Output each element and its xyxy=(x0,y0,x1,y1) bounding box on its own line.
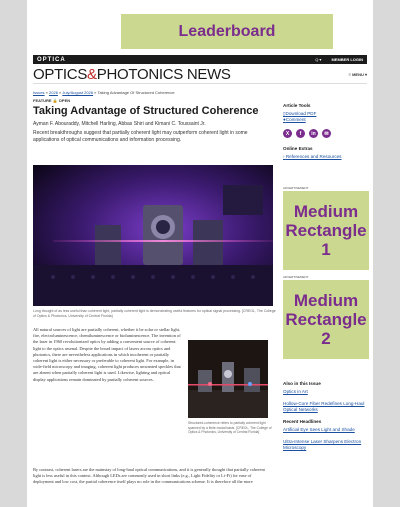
article-page: Leaderboard OPTICA Q ▾ MEMBER LOGIN OPTI… xyxy=(27,0,373,507)
article-body-paragraph-1: All natural sources of light are partial… xyxy=(33,327,181,382)
top-bar: OPTICA Q ▾ MEMBER LOGIN xyxy=(33,55,367,64)
member-login-link[interactable]: MEMBER LOGIN xyxy=(331,57,363,62)
linkedin-share-icon[interactable]: in xyxy=(309,129,318,138)
medium-rectangle-ad-2[interactable]: Medium Rectangle 2 xyxy=(283,280,369,359)
also-link-2[interactable]: Hollow-Core Fiber Redefines Long-Haul Op… xyxy=(283,401,369,413)
leaderboard-ad-label: Leaderboard xyxy=(178,22,276,40)
logo-ampersand: & xyxy=(87,66,97,83)
related-articles-panel: Also in this Issue Optics in Art Hollow-… xyxy=(283,381,369,451)
also-in-issue-heading: Also in this Issue xyxy=(283,381,321,386)
inline-lab-photo xyxy=(188,340,268,418)
article-body-paragraph-2: By contrast, coherent lasers are the mai… xyxy=(33,467,265,485)
medium-rectangle-ad-1[interactable]: Medium Rectangle 1 xyxy=(283,191,369,270)
x-share-icon[interactable]: X xyxy=(283,129,292,138)
article-lede: Recent breakthroughs suggest that partia… xyxy=(33,130,248,143)
optica-logo[interactable]: OPTICA xyxy=(37,57,66,63)
advertisement-label-2: ADVERTISEMENT xyxy=(283,275,309,279)
opn-logo[interactable]: OPTICS&PHOTONICS NEWS xyxy=(33,66,231,83)
hero-image[interactable] xyxy=(33,165,273,306)
advertisement-label-1: ADVERTISEMENT xyxy=(283,186,309,190)
references-resources-link[interactable]: › References and Resources xyxy=(283,154,369,160)
inline-image[interactable] xyxy=(188,340,268,418)
breadcrumb-issue[interactable]: July/August 2026 xyxy=(62,90,93,95)
medium-rectangle-2-label: Medium Rectangle 2 xyxy=(285,291,367,348)
hero-lab-photo xyxy=(33,165,273,306)
inline-image-caption: Structured-coherence refers to partially… xyxy=(188,421,272,435)
feature-tag: FEATURE 🔒 OPEN xyxy=(33,98,71,103)
medium-rectangle-1-label: Medium Rectangle 1 xyxy=(285,202,367,259)
comment-link[interactable]: ●Comment xyxy=(283,117,369,123)
comment-label: Comment xyxy=(285,117,306,122)
references-resources-label: References and Resources xyxy=(285,154,342,159)
online-extras-heading: Online Extras xyxy=(283,146,313,151)
recent-link-2[interactable]: Ultra-Intense Laser Sharpens Electron Mi… xyxy=(283,439,369,451)
download-pdf-label: Download PDF xyxy=(285,111,317,116)
email-share-icon[interactable]: ✉ xyxy=(322,129,331,138)
recent-headlines-heading: Recent Headlines xyxy=(283,419,322,424)
article-tools-heading: Article Tools xyxy=(283,103,311,108)
menu-button[interactable]: ≡ MENU ▾ xyxy=(349,72,367,77)
page-title: Taking Advantage of Structured Coherence xyxy=(33,105,259,117)
logo-optics: OPTICS xyxy=(33,66,88,83)
breadcrumb-current: Taking Advantage Of Structured Coherence xyxy=(97,90,175,95)
hero-caption: Long thought of as less useful than cohe… xyxy=(33,309,276,318)
logo-photonics-news: PHOTONICS NEWS xyxy=(96,66,231,83)
facebook-share-icon[interactable]: f xyxy=(296,129,305,138)
breadcrumb: Issues » 2026 » July/August 2026 » Takin… xyxy=(33,90,175,95)
article-authors: Ayman F. Abouraddy, Mitchell Harling, Ab… xyxy=(33,121,206,127)
search-icon[interactable]: Q ▾ xyxy=(315,57,321,62)
article-tools-panel: Article Tools ▯Download PDF ●Comment X f… xyxy=(283,103,369,160)
masthead: OPTICS&PHOTONICS NEWS ≡ MENU ▾ xyxy=(33,66,367,84)
breadcrumb-issues[interactable]: Issues xyxy=(33,90,45,95)
social-share: X f in ✉ xyxy=(283,129,369,138)
leaderboard-ad[interactable]: Leaderboard xyxy=(121,14,333,49)
breadcrumb-year[interactable]: 2026 xyxy=(49,90,58,95)
